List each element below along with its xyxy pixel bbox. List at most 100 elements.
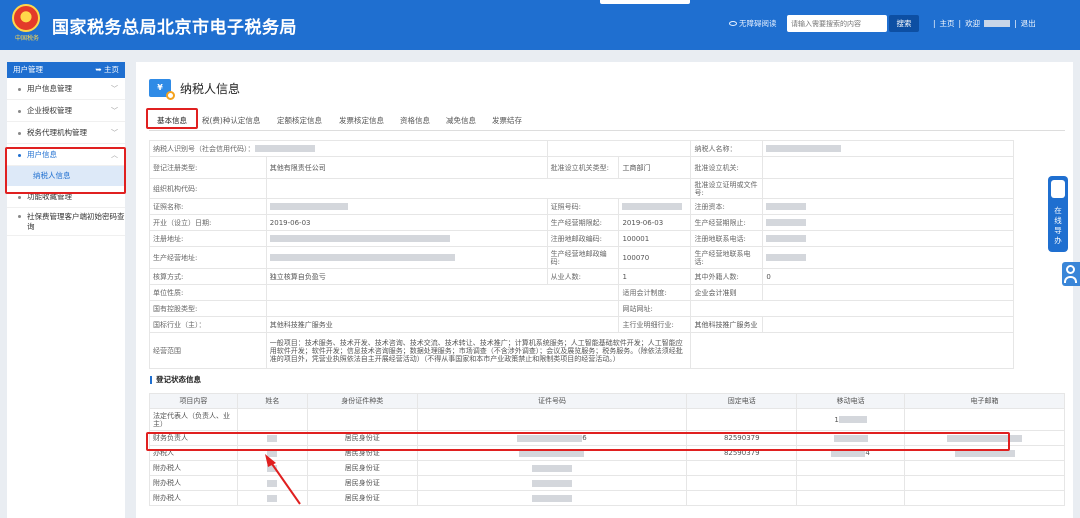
table-row: 证照名称: 证照号码: 注册资本:	[149, 198, 1014, 215]
sidebar-item-label: 企业授权管理	[27, 106, 72, 115]
table-row: 开业（设立）日期: 2019-06-03 生产经营期限起: 2019-06-03…	[149, 214, 1014, 231]
table-row: 核算方式: 独立核算自负盈亏 从业人数: 1 其中外籍人数: 0	[149, 268, 1014, 285]
table-row: 登记注册类型: 其他有限责任公司 批准设立机关类型: 工商部门 批准设立机关:	[149, 156, 1014, 179]
value: 1	[618, 268, 692, 285]
column-header: 项目内容	[149, 393, 238, 409]
label: 生产经营期限止:	[690, 214, 764, 231]
tab-invoice-quota[interactable]: 发票核定信息	[339, 115, 384, 126]
label: 生产经营地邮政编码:	[546, 246, 620, 269]
sidebar-item-social-security-pwd[interactable]: 社保费管理客户端初始密码查询	[7, 208, 125, 236]
page-title: 纳税人信息	[180, 82, 241, 96]
label: 注册地联系电话:	[690, 230, 764, 247]
label: 生产经营地址:	[149, 246, 267, 269]
label: 生产经营期限起:	[546, 214, 620, 231]
basic-info-table: 纳税人识别号（社会信用代码）： 纳税人名称： 登记注册类型: 其他有限责任公司 …	[149, 140, 1014, 369]
welcome-label: 欢迎	[965, 19, 981, 28]
redacted-value	[838, 416, 867, 423]
user-name-redacted	[984, 20, 1011, 27]
back-arrow-icon: ➥	[95, 65, 104, 74]
label: 注册地址:	[149, 230, 267, 247]
column-header: 移动电话	[796, 393, 906, 409]
separator: |	[933, 19, 936, 28]
highlight-box-basic-tab	[146, 108, 198, 129]
accessible-label: 无障碍阅读	[739, 19, 777, 28]
search-input[interactable]	[787, 15, 887, 32]
label: 证照名称:	[149, 198, 267, 215]
value: 独立核算自负盈亏	[265, 268, 548, 285]
chevron-down-icon: ﹀	[111, 129, 118, 137]
tab-quota[interactable]: 定额核定信息	[277, 115, 322, 126]
table-row: 注册地址: 注册地邮政编码: 100001 注册地联系电话:	[149, 230, 1014, 247]
emblem-text: 中国税务	[14, 35, 39, 42]
label: 核算方式:	[149, 268, 267, 285]
section-title-registration: 登记状态信息	[150, 376, 201, 384]
redacted-value	[766, 254, 807, 261]
emblem-icon	[12, 4, 40, 32]
label: 登记注册类型:	[149, 156, 267, 179]
value: 0	[762, 268, 1014, 285]
guide-icon	[1051, 180, 1065, 198]
sidebar-title: 用户管理	[13, 65, 43, 74]
redacted-value	[766, 235, 807, 242]
redacted-value	[531, 479, 572, 487]
label: 证照号码:	[546, 198, 620, 215]
sidebar-item-label: 税务代理机构管理	[27, 128, 87, 137]
logout-link[interactable]: 退出	[1021, 19, 1036, 28]
column-header: 证件号码	[416, 393, 688, 409]
search-button[interactable]: 搜索	[889, 15, 919, 32]
sidebar-item-enterprise-auth[interactable]: 企业授权管理 ﹀	[7, 100, 125, 122]
chevron-down-icon: ﹀	[111, 85, 118, 93]
label: 网站网址:	[618, 300, 692, 317]
table-row: 国标行业（主）： 其他科技推广服务业 主行业明细行业: 其他科技推广服务业	[149, 316, 1014, 333]
eye-icon	[729, 21, 737, 26]
role-cell: 附办税人	[149, 490, 238, 506]
redacted-value	[269, 203, 348, 210]
online-guide-button[interactable]: 在线导办	[1048, 176, 1068, 252]
label: 生产经营地联系电话:	[690, 246, 764, 269]
value: 其他科技推广服务业	[265, 316, 620, 333]
sidebar-item-agency-mgmt[interactable]: 税务代理机构管理 ﹀	[7, 122, 125, 144]
magnifier-icon	[166, 91, 175, 100]
highlight-box-sidebar	[5, 147, 126, 194]
sidebar-header: 用户管理 ➥ 主页	[7, 62, 125, 78]
redacted-value	[622, 203, 683, 210]
sidebar-item-user-info-mgmt[interactable]: 用户信息管理 ﹀	[7, 78, 125, 100]
label: 从业人数:	[546, 268, 620, 285]
sidebar-home-link[interactable]: ➥ 主页	[95, 62, 119, 78]
tab-bar: 基本信息 税(费)种认定信息 定额核定信息 发票核定信息 资格信息 减免信息 发…	[149, 111, 1065, 131]
table-row: 附办税人 居民身份证	[149, 490, 1065, 506]
column-header: 身份证件种类	[306, 393, 418, 409]
value: 其他有限责任公司	[265, 156, 548, 179]
label: 单位性质:	[149, 284, 267, 301]
table-header-row: 项目内容 姓名 身份证件种类 证件号码 固定电话 移动电话 电子邮箱	[149, 393, 1065, 409]
business-scope-value: 一般项目：技术服务、技术开发、技术咨询、技术交流、技术转让、技术推广；计算机系统…	[265, 332, 692, 369]
accessible-reading-link[interactable]: 无障碍阅读	[729, 18, 777, 29]
chevron-down-icon: ﹀	[111, 107, 118, 115]
value: 工商部门	[618, 156, 692, 179]
label: 组织机构代码:	[149, 178, 267, 199]
label: 国有控股类型:	[149, 300, 267, 317]
column-header: 姓名	[236, 393, 308, 409]
value: 2019-06-03	[265, 214, 548, 231]
redacted-value	[254, 145, 315, 152]
tab-invoice-balance[interactable]: 发票结存	[492, 115, 522, 126]
label: 注册地邮政编码:	[546, 230, 620, 247]
label: 经营范围	[149, 332, 267, 369]
tab-tax-type[interactable]: 税(费)种认定信息	[202, 115, 260, 126]
home-link[interactable]: 主页	[940, 19, 955, 28]
tab-qualification[interactable]: 资格信息	[400, 115, 430, 126]
table-row: 国有控股类型: 网站网址:	[149, 300, 1014, 317]
column-header: 固定电话	[686, 393, 798, 409]
table-row: 附办税人 居民身份证	[149, 460, 1065, 476]
redacted-value	[766, 203, 807, 210]
taxpayer-info-icon: ¥	[149, 79, 175, 100]
online-guide-label: 在线导办	[1054, 206, 1062, 245]
site-title: 国家税务总局北京市电子税务局	[52, 18, 297, 38]
customer-service-button[interactable]	[1062, 262, 1080, 286]
top-notice-tab[interactable]	[600, 0, 690, 4]
table-row: 单位性质: 适用会计制度: 企业会计准则	[149, 284, 1014, 301]
value: 100070	[618, 246, 692, 269]
role-cell: 附办税人	[149, 475, 238, 491]
value: 2019-06-03	[618, 214, 692, 231]
tab-exemption[interactable]: 减免信息	[446, 115, 476, 126]
